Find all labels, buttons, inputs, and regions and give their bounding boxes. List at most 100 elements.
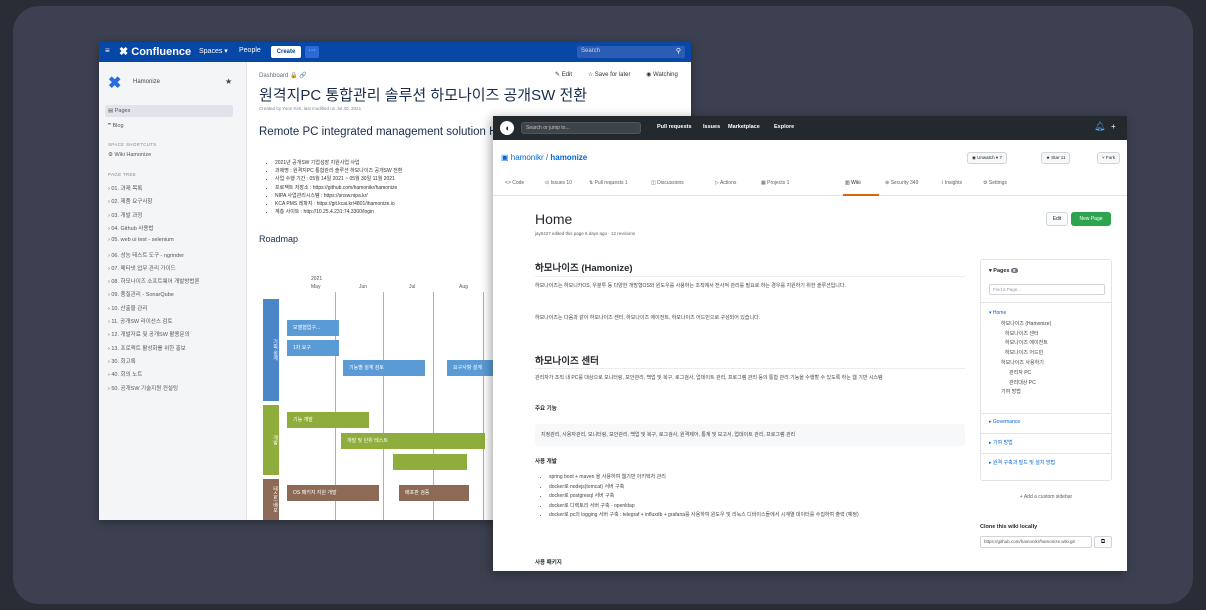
wiki-page-link[interactable]: 하모나이즈 에이전트 <box>1005 339 1048 346</box>
nav-explore[interactable]: Explore <box>774 124 794 130</box>
sidebar-item-blog[interactable]: ❞ Blog <box>108 123 124 129</box>
find-page-input[interactable]: Find a Page... <box>989 284 1105 295</box>
features-code-block: 지정관리, 사용자관리, 모니터링, 보안관리, 백업 및 복구, 로그검사, … <box>535 424 965 446</box>
page-tree-label: 05. web ui test - selenium <box>111 237 174 244</box>
nav-issues[interactable]: Issues <box>703 124 720 130</box>
roadmap-bar[interactable]: 요구사항 설계 <box>447 360 495 376</box>
repo-tab[interactable]: ⇅ Pull requests 1 <box>589 180 628 186</box>
edit-button[interactable]: Edit <box>1046 212 1068 226</box>
add-custom-sidebar-link[interactable]: + Add a custom sidebar <box>980 494 1112 500</box>
clipboard-icon[interactable]: ⧉ <box>1094 536 1112 548</box>
wiki-page-link[interactable]: ▾ Home <box>989 310 1006 316</box>
breadcrumb-link[interactable]: Dashboard <box>259 73 288 79</box>
roadmap-bar[interactable]: 기능별 설계 검토 <box>343 360 425 376</box>
breadcrumb[interactable]: Dashboard 🔒 🔗 <box>259 72 307 79</box>
watching-button[interactable]: ◉ Watching <box>646 72 678 78</box>
page-tree-item[interactable]: › 08. 하모나이즈 소프트웨어 개발방법론 <box>108 277 200 285</box>
nav-pull-requests[interactable]: Pull requests <box>657 124 692 130</box>
page-tree-item[interactable]: › 05. web ui test - selenium <box>108 237 174 243</box>
star-button[interactable]: ★ Star 11 <box>1041 152 1071 164</box>
repo-name[interactable]: hamonize <box>550 153 587 162</box>
page-tree-item[interactable]: › 06. 성능 테스트 도구 - ngrinder <box>108 251 184 259</box>
roadmap-bar[interactable] <box>393 454 467 470</box>
wiki-title: Home <box>535 211 573 227</box>
roadmap-bar[interactable]: OS 패키지 지원 개발 <box>287 485 379 501</box>
confluence-logo[interactable]: ✖ Confluence <box>119 45 191 58</box>
page-tree-item[interactable]: › 01. 과제 목록 <box>108 184 142 192</box>
repo-tab[interactable]: ◫ Discussions <box>651 180 684 186</box>
repo-owner[interactable]: hamonikr <box>511 153 544 162</box>
spaces-menu[interactable]: Spaces ▾ <box>199 47 228 55</box>
wiki-page-link[interactable]: ▸ 원격 구축과 빌드 및 설치 방법 <box>989 459 1055 466</box>
sidebar-item-pages[interactable]: ▤ Pages <box>108 108 130 114</box>
create-button[interactable]: Create <box>271 46 301 58</box>
page-tree-item[interactable]: › 04. Github 사용법 <box>108 224 153 232</box>
page-tree-item[interactable]: › 12. 개발자료 및 공개SW 활용문의 <box>108 330 190 338</box>
wiki-page-link[interactable]: 하모나이즈 센터 <box>1005 330 1039 337</box>
page-tree-label: 03. 개발 과정 <box>111 212 143 219</box>
roadmap-bar[interactable]: 모델협업구... <box>287 320 339 336</box>
repo-tab[interactable]: ⌇ Insights <box>941 180 962 186</box>
repo-path[interactable]: ▣ hamonikr / hamonize <box>501 153 587 162</box>
wiki-page-link[interactable]: 기여 방법 <box>1001 388 1021 395</box>
repo-tabs: <> Code ⊙ Issues 10 ⇅ Pull requests 1 ◫ Dis… <box>493 174 1127 196</box>
space-name[interactable]: Hamonize <box>133 79 160 85</box>
page-tree-item[interactable]: › 13. 프로젝트 활성화를 위한 홍보 <box>108 344 186 352</box>
page-tree-item[interactable]: › 40. 회의 노트 <box>108 370 142 378</box>
star-icon[interactable]: ★ <box>225 77 232 86</box>
page-tree-label: 10. 산출물 관리 <box>111 305 148 312</box>
repo-tab[interactable]: ▷ Actions <box>715 180 736 186</box>
repo-tab[interactable]: ⊕ Security 349 <box>885 180 918 186</box>
page-tree-item[interactable]: › 11. 공개SW 라이선스 검토 <box>108 317 173 325</box>
roadmap-bar[interactable]: 개발 및 단위 테스트 <box>341 433 485 449</box>
page-tree-item[interactable]: › 03. 개발 과정 <box>108 211 142 219</box>
clone-url-input[interactable]: https://github.com/hamonikr/hamonize.wik… <box>980 536 1092 548</box>
wiki-page-link[interactable]: 하모나이즈 (Hamonize) <box>1001 320 1051 327</box>
page-tree-label: 40. 회의 노트 <box>111 372 143 379</box>
fork-button[interactable]: ⑂ Fork <box>1097 152 1120 164</box>
wiki-page-link[interactable]: ▸ Governance <box>989 419 1020 425</box>
page-tree-item[interactable]: › 50. 공개SW 기술지원 컨설팅 <box>108 384 178 392</box>
page-tree-item[interactable]: › 02. 제품 요구사항 <box>108 197 152 205</box>
repo-tab[interactable]: ⊙ Issues 10 <box>545 180 572 186</box>
pages-heading[interactable]: ▾ Pages 9 <box>989 268 1018 274</box>
hamburger-icon[interactable]: ≡ <box>105 46 110 55</box>
wiki-page-link[interactable]: 하모나이즈 어드민 <box>1005 349 1043 356</box>
notification-bell-icon[interactable]: 🔔︎ <box>1094 121 1105 132</box>
repo-tab[interactable]: ▦ Projects 1 <box>761 180 789 186</box>
save-for-later-button[interactable]: ☆ Save for later <box>588 72 631 78</box>
page-tree-item[interactable]: › 10. 산출물 관리 <box>108 304 147 312</box>
page-tree-label: 11. 공개SW 라이선스 검토 <box>111 319 173 325</box>
roadmap-bar[interactable]: 1차 요구 <box>287 340 339 356</box>
sidebar-shortcut[interactable]: ⚙ Wiki Hamonize <box>108 152 151 158</box>
divider <box>535 368 965 369</box>
nav-marketplace[interactable]: Marketplace <box>728 124 760 130</box>
search-input[interactable]: Search ⚲ <box>577 46 685 58</box>
search-input[interactable]: Search or jump to... <box>521 122 641 134</box>
sidebar-item-label: Pages <box>114 108 131 114</box>
page-tree-item[interactable]: › 09. 품질관리 - SonarQube <box>108 290 174 298</box>
roadmap-bar[interactable]: 기능 개발 <box>287 412 369 428</box>
repo-tab[interactable]: <> Code <box>505 180 524 186</box>
page-tree-item[interactable]: › 07. 메타넷 업무 관리 가이드 <box>108 264 176 272</box>
unwatch-button[interactable]: ◉ Unwatch ▾ 7 <box>967 152 1007 164</box>
wiki-page-link[interactable]: 하모나이즈 사용하기 <box>1001 359 1044 366</box>
new-page-button[interactable]: New Page <box>1071 212 1111 226</box>
page-tree-label: 08. 하모나이즈 소프트웨어 개발방법론 <box>111 279 200 286</box>
github-logo-icon[interactable]: ◖ <box>500 121 514 135</box>
section-heading: 하모나이즈 센터 <box>535 356 599 367</box>
page-tree-item[interactable]: › 30. 회고록 <box>108 357 136 365</box>
more-button[interactable]: ··· <box>305 46 319 58</box>
shortcuts-label: SPACE SHORTCUTS <box>108 142 157 147</box>
wiki-page-link[interactable]: 관리대상 PC <box>1009 379 1036 386</box>
people-link[interactable]: People <box>239 47 261 54</box>
edit-button[interactable]: ✎ Edit <box>555 72 572 78</box>
wiki-page-link[interactable]: ▸ 기여 방법 <box>989 439 1013 446</box>
dev-list: spring boot + maven 을 사용하여 웹기반 아키텍처 관리do… <box>545 473 965 521</box>
roadmap-lane: 개발 <box>263 405 279 475</box>
repo-tab[interactable]: ▥ Wiki <box>845 180 861 186</box>
wiki-page-link[interactable]: 관리자 PC <box>1009 369 1031 376</box>
repo-tab[interactable]: ⚙ Settings <box>983 180 1007 186</box>
roadmap-bar[interactable]: 배포판 검증 <box>399 485 469 501</box>
plus-icon[interactable]: + <box>1111 122 1116 131</box>
